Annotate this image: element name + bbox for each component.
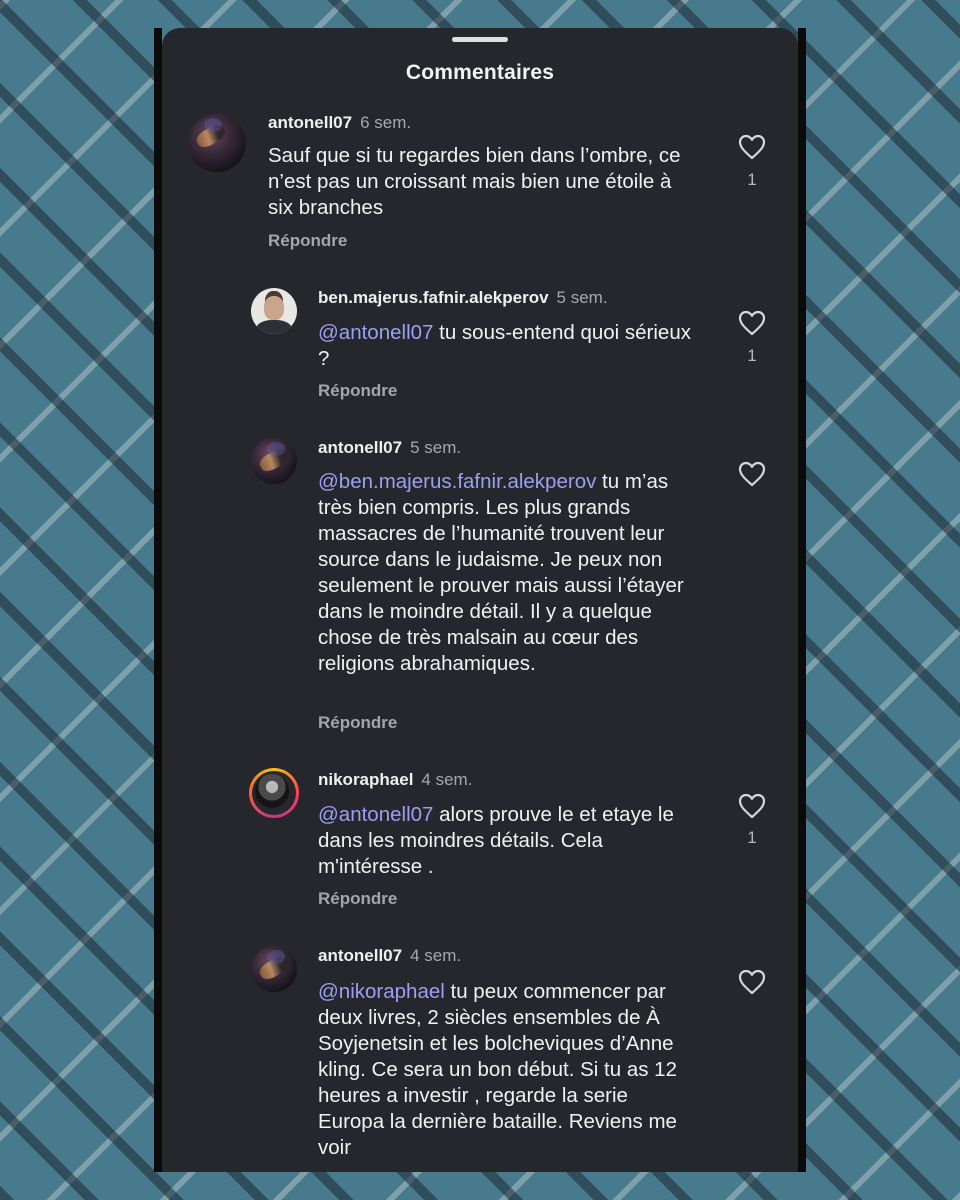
like-count: 1 [747,346,757,365]
timestamp: 5 sem. [556,288,608,307]
timestamp: 4 sem. [421,770,473,789]
like-count: 1 [747,170,757,189]
reply-button[interactable]: Répondre [318,381,397,401]
username[interactable]: antonell07 [318,946,402,965]
avatar-icon[interactable] [251,946,297,992]
username[interactable]: ben.majerus.fafnir.alekperov [318,288,549,307]
username[interactable]: nikoraphael [318,770,413,789]
timestamp: 4 sem. [410,946,462,965]
timestamp: 5 sem. [410,438,462,457]
comment-body: Sauf que si tu regardes bien dans l’ombr… [268,144,681,219]
phone-frame-right [798,28,806,1172]
avatar-icon[interactable] [251,288,297,334]
comment-header: antonell07 6 sem. [268,113,411,133]
heart-icon[interactable] [738,310,766,336]
avatar-icon[interactable] [251,438,297,484]
sheet-title: Commentaires [405,61,555,84]
mention-link[interactable]: @antonell07 [318,803,433,826]
comment-text: @nikoraphael tu peux commencer par deux … [318,979,698,1161]
timestamp: 6 sem. [360,113,412,132]
comment-header: antonell07 4 sem. [318,946,461,966]
comment-header: nikoraphael 4 sem. [318,770,472,790]
username[interactable]: antonell07 [268,113,352,132]
comment-header: antonell07 5 sem. [318,438,461,458]
like-count: 1 [747,828,757,847]
comment-text: @antonell07 tu sous-entend quoi sérieux … [318,320,698,372]
reply-button[interactable]: Répondre [318,889,397,909]
comment-text: Sauf que si tu regardes bien dans l’ombr… [268,143,698,221]
reply-button[interactable]: Répondre [268,231,347,251]
mention-link[interactable]: @antonell07 [318,321,433,344]
comment-body: tu peux commencer par deux livres, 2 siè… [318,980,677,1159]
heart-icon[interactable] [738,793,766,819]
comment-text: @ben.majerus.fafnir.alekperov tu m’as tr… [318,469,703,677]
mention-link[interactable]: @ben.majerus.fafnir.alekperov [318,470,596,493]
comment-body: tu m’as très bien compris. Les plus gran… [318,470,684,675]
drag-handle[interactable] [452,37,508,42]
comment-header: ben.majerus.fafnir.alekperov 5 sem. [318,288,608,308]
mention-link[interactable]: @nikoraphael [318,980,445,1003]
reply-button[interactable]: Répondre [318,713,397,733]
heart-icon[interactable] [738,134,766,160]
comments-sheet: Commentaires antonell07 6 sem. Sauf que s… [162,28,798,1172]
avatar-icon[interactable] [188,114,246,172]
username[interactable]: antonell07 [318,438,402,457]
avatar-icon[interactable] [249,768,299,818]
comment-text: @antonell07 alors prouve le et etaye le … [318,802,708,880]
phone-frame-left [154,28,162,1172]
heart-icon[interactable] [738,461,766,487]
heart-icon[interactable] [738,969,766,995]
